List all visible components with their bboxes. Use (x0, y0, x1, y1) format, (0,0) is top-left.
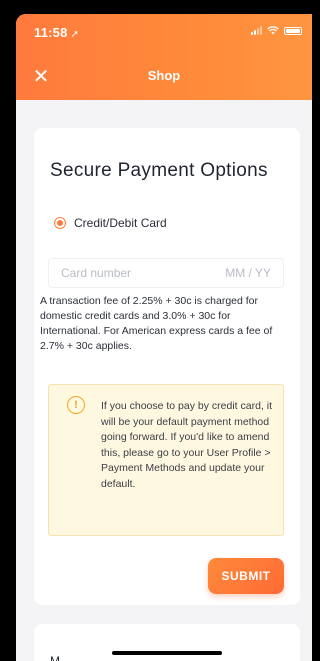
card-input-field[interactable]: Card number MM / YY (48, 258, 284, 288)
signal-icon (251, 26, 262, 35)
nav-bar: ✕ Shop (16, 52, 312, 100)
page-title: Secure Payment Options (50, 160, 268, 181)
status-bar: 11:58 ➚ (16, 14, 312, 52)
payment-option-card[interactable]: Credit/Debit Card (54, 216, 167, 230)
wifi-icon (267, 26, 279, 35)
status-icons (251, 26, 302, 35)
nav-title: Shop (147, 68, 181, 83)
transaction-fee-text: A transaction fee of 2.25% + 30c is char… (40, 295, 273, 352)
home-indicator[interactable] (112, 651, 222, 655)
card-expiry-input[interactable]: MM / YY (225, 266, 271, 280)
card-number-input[interactable]: Card number (61, 266, 131, 280)
notice-text: If you choose to pay by credit card, it … (101, 400, 273, 490)
payment-card: Secure Payment Options Credit/Debit Card… (34, 128, 300, 605)
next-section-title: M (50, 654, 60, 661)
status-time: 11:58 ➚ (34, 25, 79, 40)
submit-button[interactable]: SUBMIT (208, 558, 284, 594)
default-payment-notice: ! If you choose to pay by credit card, i… (48, 384, 284, 536)
location-arrow-icon: ➚ (70, 29, 80, 40)
time-text: 11:58 (34, 25, 68, 40)
phone-screen: 11:58 ➚ ✕ Shop Secure Payment Options Cre… (16, 14, 312, 661)
payment-option-label: Credit/Debit Card (74, 216, 167, 230)
next-section-card: M (34, 624, 300, 661)
info-icon: ! (67, 396, 85, 414)
radio-selected-icon[interactable] (54, 217, 66, 229)
battery-icon (284, 26, 302, 35)
